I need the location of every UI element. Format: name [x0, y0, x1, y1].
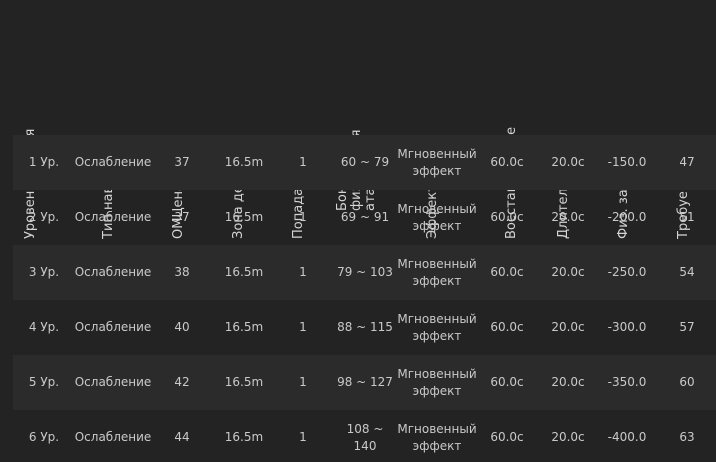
header-cooldown: Восстановление	[504, 1, 527, 239]
cell-cooldown: 60.0с	[490, 430, 524, 444]
cell-type: Ослабление	[74, 375, 152, 389]
cell-effect: Мгновенный эффект	[397, 146, 477, 178]
cell-range: 16.5m	[224, 320, 264, 334]
cell-req: 63	[679, 430, 695, 444]
table-header: Уровень умения Тип навыка ОМЦена Зона де…	[0, 0, 716, 239]
skill-level-table: Уровень умения Тип навыка ОМЦена Зона де…	[0, 0, 716, 462]
cell-effect: Мгновенный эффект	[397, 256, 477, 288]
cell-duration: 20.0с	[551, 430, 585, 444]
cell-bonus: 108 ~ 140	[346, 421, 384, 453]
cell-req: 47	[679, 155, 695, 169]
cell-mp: 42	[174, 375, 190, 389]
cell-level: 5 Ур.	[28, 375, 60, 389]
cell-range: 16.5m	[224, 375, 264, 389]
cell-effect: Мгновенный эффект	[397, 366, 477, 398]
table-row: 4 Ур. Ослабление 40 16.5m 1 88 ~ 115 Мгн…	[13, 300, 716, 355]
cell-cooldown: 60.0с	[490, 210, 524, 224]
cell-range: 16.5m	[224, 155, 264, 169]
header-range: Зона действия	[231, 1, 254, 239]
table-row: 6 Ур. Ослабление 44 16.5m 1 108 ~ 140 Мг…	[13, 410, 716, 462]
cell-duration: 20.0с	[551, 265, 585, 279]
cell-cooldown: 60.0с	[490, 265, 524, 279]
cell-bonus: 98 ~ 127	[337, 375, 393, 389]
cell-req: 51	[679, 210, 695, 224]
cell-bonus: 60 ~ 79	[340, 155, 390, 169]
header-type: Тип навыка	[101, 1, 124, 239]
header-duration: Длительность	[556, 1, 579, 239]
cell-effect: Мгновенный эффект	[397, 421, 477, 453]
cell-level: 3 Ур.	[28, 265, 60, 279]
cell-req: 60	[679, 375, 695, 389]
cell-duration: 20.0с	[551, 320, 585, 334]
table-row: 3 Ур. Ослабление 38 16.5m 1 79 ~ 103 Мгн…	[13, 245, 716, 300]
cell-hits: 1	[299, 155, 307, 169]
cell-pdef: -400.0	[607, 430, 647, 444]
table-body: 1 Ур. Ослабление 37 16.5m 1 60 ~ 79 Мгно…	[13, 135, 716, 462]
header-req: Требуемый ур.	[676, 1, 699, 239]
cell-hits: 1	[299, 375, 307, 389]
cell-hits: 1	[299, 265, 307, 279]
cell-level: 2 Ур.	[28, 210, 60, 224]
header-effect: Эффект	[425, 1, 448, 239]
cell-level: 6 Ур.	[28, 430, 60, 444]
cell-level: 1 Ур.	[28, 155, 60, 169]
cell-mp: 37	[174, 210, 190, 224]
cell-type: Ослабление	[74, 265, 152, 279]
cell-effect: Мгновенный эффект	[397, 201, 477, 233]
cell-type: Ослабление	[74, 320, 152, 334]
cell-type: Ослабление	[74, 155, 152, 169]
cell-mp: 38	[174, 265, 190, 279]
cell-pdef: -150.0	[607, 155, 647, 169]
cell-pdef: -200.0	[607, 210, 647, 224]
cell-duration: 20.0с	[551, 210, 585, 224]
cell-cooldown: 60.0с	[490, 320, 524, 334]
header-pdef: Физ. защита	[616, 1, 639, 239]
table-row: 5 Ур. Ослабление 42 16.5m 1 98 ~ 127 Мгн…	[13, 355, 716, 410]
cell-duration: 20.0с	[551, 375, 585, 389]
cell-req: 57	[679, 320, 695, 334]
cell-mp: 44	[174, 430, 190, 444]
cell-req: 54	[679, 265, 695, 279]
cell-hits: 1	[299, 430, 307, 444]
cell-duration: 20.0с	[551, 155, 585, 169]
cell-pdef: -300.0	[607, 320, 647, 334]
cell-effect: Мгновенный эффект	[397, 311, 477, 343]
cell-cooldown: 60.0с	[490, 375, 524, 389]
cell-bonus: 79 ~ 103	[337, 265, 393, 279]
cell-level: 4 Ур.	[28, 320, 60, 334]
header-level: Уровень умения	[23, 1, 46, 239]
cell-mp: 37	[174, 155, 190, 169]
table-row: 2 Ур. Ослабление 37 16.5m 1 69 ~ 91 Мгно…	[13, 190, 716, 245]
cell-type: Ослабление	[74, 210, 152, 224]
cell-cooldown: 60.0с	[490, 155, 524, 169]
cell-pdef: -350.0	[607, 375, 647, 389]
cell-type: Ослабление	[74, 430, 152, 444]
table-row: 1 Ур. Ослабление 37 16.5m 1 60 ~ 79 Мгно…	[13, 135, 716, 190]
cell-hits: 1	[299, 210, 307, 224]
cell-bonus: 88 ~ 115	[337, 320, 393, 334]
cell-mp: 40	[174, 320, 190, 334]
cell-bonus: 69 ~ 91	[340, 210, 390, 224]
header-hits: Попадания	[291, 1, 314, 239]
cell-range: 16.5m	[224, 265, 264, 279]
cell-range: 16.5m	[224, 430, 264, 444]
cell-hits: 1	[299, 320, 307, 334]
cell-range: 16.5m	[224, 210, 264, 224]
header-bonus: Бонусная физическая атака	[335, 1, 378, 211]
header-mp: ОМЦена	[171, 1, 194, 239]
cell-pdef: -250.0	[607, 265, 647, 279]
